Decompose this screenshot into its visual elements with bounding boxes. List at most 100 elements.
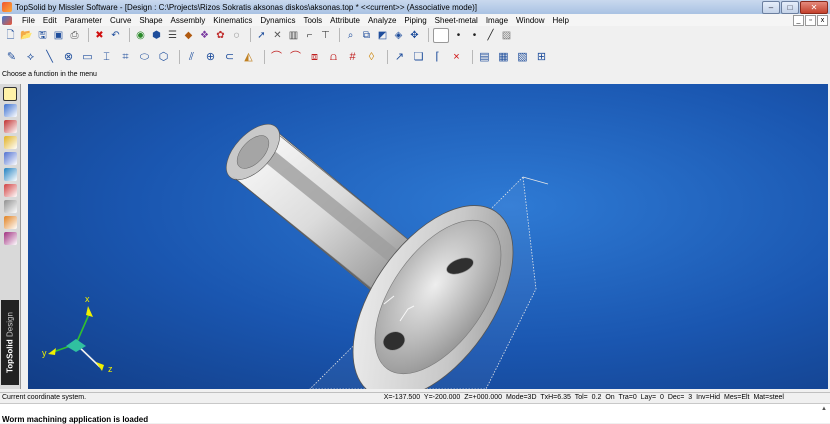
- ellipse-icon[interactable]: ⬭: [137, 50, 152, 65]
- drafting-mode-icon[interactable]: [3, 232, 17, 245]
- pan-icon[interactable]: ✥: [408, 29, 421, 42]
- toolbar-separator: [88, 28, 89, 42]
- view-icon[interactable]: ◩: [376, 29, 389, 42]
- dimension-icon[interactable]: ↗: [392, 50, 407, 65]
- weld-mode-icon[interactable]: [3, 216, 17, 229]
- toolbar-separator: [129, 28, 130, 42]
- parallel-icon[interactable]: ⫽: [184, 50, 199, 65]
- offset-icon[interactable]: ⧈: [307, 50, 322, 65]
- menu-assembly[interactable]: Assembly: [167, 16, 210, 25]
- minimize-button[interactable]: –: [762, 1, 780, 14]
- point-size-icon[interactable]: •: [468, 29, 481, 42]
- standard-toolbar: 🗋 📂 🖫 ▣ ⎙ ✖ ↶ ◉ ⬢ ☰ ◆ ❖ ✿ ◌ ➚ ✕ ▥ ⌐ ⊤ ⌕ ⧉ ◩ ◈ ✥ ■ • • ╱ ▨: [0, 26, 830, 44]
- menu-attribute[interactable]: Attribute: [326, 16, 364, 25]
- close-button[interactable]: ✕: [800, 1, 828, 14]
- polygon-icon[interactable]: ⬡: [156, 50, 171, 65]
- menu-tools[interactable]: Tools: [299, 16, 326, 25]
- point-icon[interactable]: ⟡: [23, 50, 38, 65]
- menu-image[interactable]: Image: [482, 16, 512, 25]
- cross-icon[interactable]: ✕: [271, 29, 284, 42]
- hatch-icon[interactable]: ▨: [500, 29, 513, 42]
- polyline-icon[interactable]: ⌶: [99, 50, 114, 65]
- menu-file[interactable]: File: [18, 16, 39, 25]
- undo-icon[interactable]: ↶: [109, 29, 122, 42]
- delete-icon[interactable]: ✖: [93, 29, 106, 42]
- filter-icon[interactable]: ⊤: [319, 29, 332, 42]
- line-icon[interactable]: ╲: [42, 50, 57, 65]
- parts-icon[interactable]: ▦: [496, 50, 511, 65]
- menu-parameter[interactable]: Parameter: [61, 16, 106, 25]
- mode-sidebar: TopSolid Design: [0, 84, 21, 389]
- sketch-pencil-icon[interactable]: ✎: [4, 50, 19, 65]
- open-folder-icon[interactable]: 📂: [20, 29, 33, 42]
- menu-analyze[interactable]: Analyze: [364, 16, 400, 25]
- profile-icon[interactable]: ⩍: [326, 50, 341, 65]
- document-restore-button[interactable]: ▫: [805, 15, 816, 26]
- status-bar: Current coordinate system. X=-137.500 Y=…: [0, 392, 830, 403]
- library-icon[interactable]: ▤: [477, 50, 492, 65]
- projection-icon[interactable]: ◊: [364, 50, 379, 65]
- menu-dynamics[interactable]: Dynamics: [256, 16, 299, 25]
- rectangle-icon[interactable]: ▭: [80, 50, 95, 65]
- measure-icon[interactable]: ◌: [230, 29, 243, 42]
- new-document-icon[interactable]: 🗋: [4, 29, 17, 42]
- colors-icon[interactable]: ✿: [214, 29, 227, 42]
- mold-mode-icon[interactable]: [3, 184, 17, 197]
- line-type-icon[interactable]: ╱: [484, 29, 497, 42]
- assembly-icon[interactable]: ▧: [515, 50, 530, 65]
- layers-icon[interactable]: ☰: [166, 29, 179, 42]
- sketch-mode-icon[interactable]: [3, 87, 17, 101]
- hook-icon[interactable]: ⌐: [303, 29, 316, 42]
- menu-curve[interactable]: Curve: [106, 16, 135, 25]
- pointer-icon[interactable]: ➚: [255, 29, 268, 42]
- surface-icon[interactable]: ◭: [241, 50, 256, 65]
- color-swatch-icon[interactable]: ■: [433, 27, 449, 43]
- menu-kinematics[interactable]: Kinematics: [209, 16, 256, 25]
- document-close-button[interactable]: x: [817, 15, 828, 26]
- tolerance-mode-icon[interactable]: [3, 136, 17, 149]
- bend-icon[interactable]: ⌒: [269, 50, 284, 65]
- menu-sheet-metal[interactable]: Sheet-metal: [431, 16, 482, 25]
- trim-icon[interactable]: ⌗: [118, 50, 133, 65]
- toolbar-separator: [472, 50, 473, 64]
- rotate-view-icon[interactable]: ◈: [392, 29, 405, 42]
- save-icon[interactable]: 🖫: [36, 29, 49, 42]
- menu-window[interactable]: Window: [512, 16, 548, 25]
- shading-icon[interactable]: ◉: [134, 29, 147, 42]
- assembly-mode-icon[interactable]: [3, 120, 17, 133]
- point-style-icon[interactable]: •: [452, 29, 465, 42]
- annotation-icon[interactable]: ❏: [411, 50, 426, 65]
- application-message: Worm machining application is loaded: [2, 415, 149, 424]
- kinematics-mode-icon[interactable]: [3, 152, 17, 165]
- attributes-icon[interactable]: ❖: [198, 29, 211, 42]
- print-icon[interactable]: ⎙: [68, 29, 81, 42]
- document-menu-icon[interactable]: [2, 15, 12, 25]
- materials-icon[interactable]: ◆: [182, 29, 195, 42]
- zoom-icon[interactable]: ⌕: [344, 29, 357, 42]
- shape-mode-icon[interactable]: [3, 104, 17, 117]
- zoom-window-icon[interactable]: ⧉: [360, 29, 373, 42]
- coordinate-triad: x y z: [42, 294, 113, 374]
- histogram-icon[interactable]: ▥: [287, 29, 300, 42]
- slot-icon[interactable]: ⊂: [222, 50, 237, 65]
- axis-icon[interactable]: ⊕: [203, 50, 218, 65]
- circle-icon[interactable]: ⊗: [61, 50, 76, 65]
- menu-piping[interactable]: Piping: [400, 16, 430, 25]
- menu-edit[interactable]: Edit: [39, 16, 61, 25]
- fillet-icon[interactable]: ⌒: [288, 50, 303, 65]
- cancel-x-icon[interactable]: ×: [449, 50, 464, 65]
- scroll-up-icon[interactable]: ▲: [820, 406, 828, 413]
- frame-icon[interactable]: ⌈: [430, 50, 445, 65]
- document-minimize-button[interactable]: _: [793, 15, 804, 26]
- hatch-pattern-icon[interactable]: #: [345, 50, 360, 65]
- graphics-viewport[interactable]: x y z: [28, 84, 828, 389]
- maximize-button[interactable]: □: [781, 1, 799, 14]
- analysis-mode-icon[interactable]: [3, 168, 17, 181]
- save-all-icon[interactable]: ▣: [52, 29, 65, 42]
- menu-help[interactable]: Help: [549, 16, 573, 25]
- plane-edge: [522, 176, 549, 185]
- menu-shape[interactable]: Shape: [135, 16, 166, 25]
- tree-icon[interactable]: ⊞: [534, 50, 549, 65]
- electrode-mode-icon[interactable]: [3, 200, 17, 213]
- render-icon[interactable]: ⬢: [150, 29, 163, 42]
